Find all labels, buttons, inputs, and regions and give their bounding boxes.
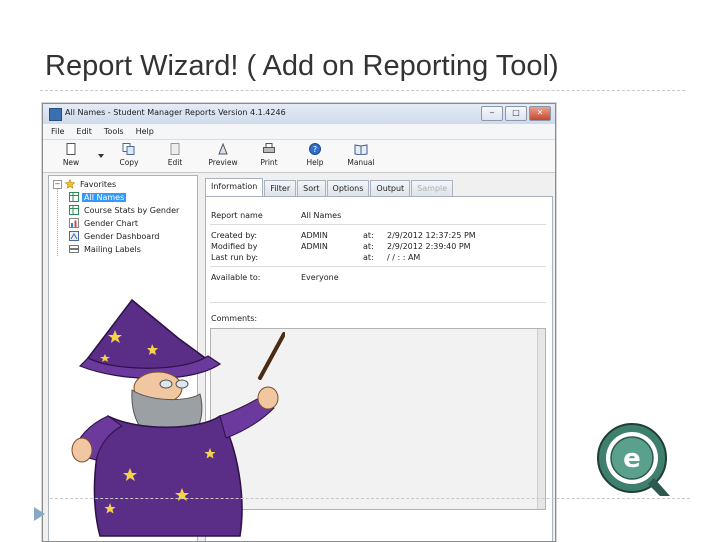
menu-help[interactable]: Help xyxy=(136,124,154,139)
menu-tools[interactable]: Tools xyxy=(104,124,124,139)
tree-root-label: Favorites xyxy=(80,179,117,189)
created-at-value: 2/9/2012 12:37:25 PM xyxy=(387,231,476,240)
e-logo: e xyxy=(597,423,670,496)
tree-item-label: Gender Chart xyxy=(84,218,139,228)
print-label: Print xyxy=(260,158,278,167)
minimize-button[interactable]: ‒ xyxy=(481,106,503,121)
tab-filter[interactable]: Filter xyxy=(264,180,297,197)
window-titlebar[interactable]: All Names - Student Manager Reports Vers… xyxy=(43,104,555,124)
title-divider xyxy=(40,90,685,91)
report-name-label: Report name xyxy=(211,211,263,220)
new-dropdown-icon[interactable] xyxy=(98,154,104,158)
copy-button[interactable]: Copy xyxy=(109,143,149,167)
slide-title: Report Wizard! ( Add on Reporting Tool) xyxy=(45,50,559,82)
bottom-divider xyxy=(50,498,690,499)
manual-label: Manual xyxy=(347,158,375,167)
tab-sort[interactable]: Sort xyxy=(297,180,326,197)
table-report-icon xyxy=(69,205,79,215)
tab-information[interactable]: Information xyxy=(205,178,264,197)
tree-item-all-names[interactable]: All Names xyxy=(69,191,127,203)
toolbar: New Copy Edit Preview Print ? Help Manua… xyxy=(43,140,555,173)
manual-button[interactable]: Manual xyxy=(341,143,381,167)
tab-options[interactable]: Options xyxy=(326,180,370,197)
preview-label: Preview xyxy=(208,158,238,167)
comments-scrollbar[interactable] xyxy=(537,329,545,509)
printer-icon xyxy=(263,143,275,153)
help-icon: ? xyxy=(309,143,321,155)
labels-icon xyxy=(69,245,79,253)
modified-at-value: 2/9/2012 2:39:40 PM xyxy=(387,242,471,251)
close-button[interactable]: ✕ xyxy=(529,106,551,121)
modified-by-label: Modified by xyxy=(211,242,258,251)
created-at-label: at: xyxy=(363,231,374,240)
tree-item-course-stats[interactable]: Course Stats by Gender xyxy=(69,204,181,216)
report-tabs: Information Filter Sort Options Output S… xyxy=(205,178,454,197)
tree-item-gender-chart[interactable]: Gender Chart xyxy=(69,217,140,229)
tree-item-label: Gender Dashboard xyxy=(84,231,160,241)
report-name-value: All Names xyxy=(301,211,342,220)
dashboard-icon xyxy=(69,231,79,241)
last-run-at-label: at: xyxy=(363,253,374,262)
svg-text:e: e xyxy=(623,444,641,474)
app-icon xyxy=(49,108,62,121)
available-to-value: Everyone xyxy=(301,273,339,282)
help-button[interactable]: ? Help xyxy=(295,143,335,167)
star-icon xyxy=(65,179,75,189)
menu-bar: File Edit Tools Help xyxy=(43,124,555,140)
manual-book-icon xyxy=(354,144,368,155)
wizard-illustration xyxy=(71,298,285,537)
tab-output[interactable]: Output xyxy=(370,180,411,197)
available-to-label: Available to: xyxy=(211,273,261,282)
last-run-value: / / : : AM xyxy=(387,253,421,262)
chart-icon xyxy=(69,218,79,228)
last-run-label: Last run by: xyxy=(211,253,259,262)
window-title: All Names - Student Manager Reports Vers… xyxy=(65,108,286,117)
tree-item-label: Course Stats by Gender xyxy=(84,205,180,215)
new-label: New xyxy=(62,158,80,167)
menu-file[interactable]: File xyxy=(51,124,64,139)
edit-label: Edit xyxy=(167,158,183,167)
maximize-button[interactable]: □ xyxy=(505,106,527,121)
copy-label: Copy xyxy=(119,158,139,167)
tree-item-label: All Names xyxy=(82,192,127,202)
help-label: Help xyxy=(306,158,324,167)
edit-icon xyxy=(170,143,180,155)
edit-button[interactable]: Edit xyxy=(155,143,195,167)
table-report-icon xyxy=(69,192,79,202)
new-document-icon xyxy=(66,143,76,155)
tree-guide-line xyxy=(57,186,58,256)
menu-edit[interactable]: Edit xyxy=(76,124,92,139)
preview-icon xyxy=(218,143,228,155)
tree-item-label: Mailing Labels xyxy=(84,244,141,254)
print-button[interactable]: Print xyxy=(249,143,289,167)
divider xyxy=(210,224,546,225)
tree-item-gender-dashboard[interactable]: Gender Dashboard xyxy=(69,230,161,242)
new-button[interactable]: New xyxy=(51,143,91,167)
nav-arrow-icon[interactable] xyxy=(34,507,45,521)
preview-button[interactable]: Preview xyxy=(203,143,243,167)
modified-at-label: at: xyxy=(363,242,374,251)
created-by-label: Created by: xyxy=(211,231,258,240)
tree-item-mailing-labels[interactable]: Mailing Labels xyxy=(69,243,143,255)
created-by-value: ADMIN xyxy=(301,231,328,240)
tree-node-favorites[interactable]: − Favorites xyxy=(53,178,118,190)
modified-by-value: ADMIN xyxy=(301,242,328,251)
tab-sample: Sample xyxy=(411,180,454,197)
collapse-icon[interactable]: − xyxy=(53,179,62,189)
divider xyxy=(210,266,546,267)
copy-icon xyxy=(122,143,135,155)
svg-text:?: ? xyxy=(313,145,317,154)
